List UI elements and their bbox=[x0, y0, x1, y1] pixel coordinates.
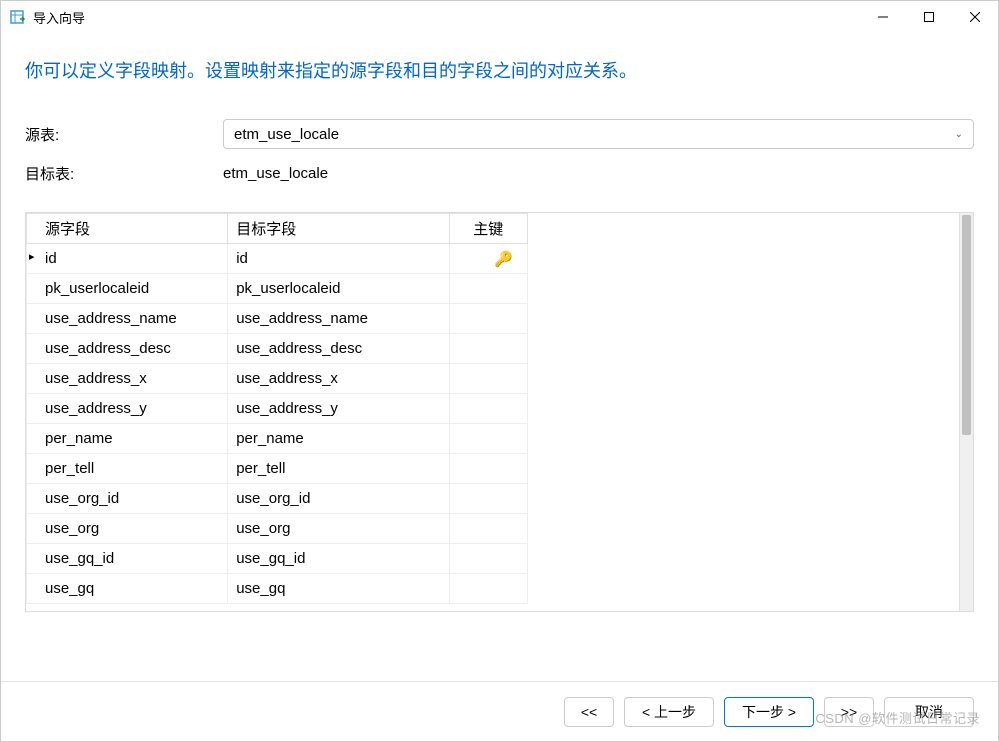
table-row[interactable]: pk_userlocaleidpk_userlocaleid bbox=[27, 274, 528, 304]
cell-primary-key[interactable] bbox=[449, 394, 527, 424]
table-row[interactable]: use_address_nameuse_address_name bbox=[27, 304, 528, 334]
chevron-down-icon: ⌄ bbox=[955, 129, 963, 140]
table-row[interactable]: use_address_yuse_address_y bbox=[27, 394, 528, 424]
table-area: 源字段 目标字段 主键 idid 🔑 pk_userlocaleidpk_userl… bbox=[26, 213, 959, 611]
content-area: 你可以定义字段映射。设置映射来指定的源字段和目的字段之间的对应关系。 源表: e… bbox=[1, 33, 998, 681]
table-row[interactable]: use_address_xuse_address_x bbox=[27, 364, 528, 394]
source-table-value: etm_use_locale bbox=[234, 126, 955, 143]
window-title: 导入向导 bbox=[33, 8, 860, 27]
table-row[interactable]: use_gq_iduse_gq_id bbox=[27, 544, 528, 574]
key-icon: 🔑 bbox=[494, 251, 513, 268]
cell-source-field[interactable]: use_gq bbox=[27, 574, 228, 604]
table-row[interactable]: idid 🔑 bbox=[27, 244, 528, 274]
cell-target-field[interactable]: per_tell bbox=[228, 454, 449, 484]
cell-primary-key[interactable] bbox=[449, 454, 527, 484]
cell-primary-key[interactable] bbox=[449, 364, 527, 394]
table-row[interactable]: per_tellper_tell bbox=[27, 454, 528, 484]
cell-source-field[interactable]: per_tell bbox=[27, 454, 228, 484]
target-table-label: 目标表: bbox=[25, 163, 223, 184]
table-row[interactable]: use_gquse_gq bbox=[27, 574, 528, 604]
cell-target-field[interactable]: use_org bbox=[228, 514, 449, 544]
source-table-label: 源表: bbox=[25, 124, 223, 145]
minimize-button[interactable] bbox=[860, 1, 906, 33]
source-table-row: 源表: etm_use_locale ⌄ bbox=[25, 119, 974, 149]
scroll-thumb[interactable] bbox=[962, 215, 971, 435]
cell-primary-key[interactable]: 🔑 bbox=[449, 244, 527, 274]
cell-target-field[interactable]: pk_userlocaleid bbox=[228, 274, 449, 304]
cell-source-field[interactable]: use_address_x bbox=[27, 364, 228, 394]
cell-source-field[interactable]: use_gq_id bbox=[27, 544, 228, 574]
table-row[interactable]: use_org_iduse_org_id bbox=[27, 484, 528, 514]
cell-source-field[interactable]: id bbox=[27, 244, 228, 274]
cell-primary-key[interactable] bbox=[449, 544, 527, 574]
prev-button[interactable]: < 上一步 bbox=[624, 697, 714, 727]
cell-target-field[interactable]: use_gq bbox=[228, 574, 449, 604]
table-header-row: 源字段 目标字段 主键 bbox=[27, 214, 528, 244]
target-table-row: 目标表: etm_use_locale bbox=[25, 163, 974, 184]
next-button[interactable]: 下一步 > bbox=[724, 697, 814, 727]
cell-source-field[interactable]: pk_userlocaleid bbox=[27, 274, 228, 304]
cell-target-field[interactable]: use_address_name bbox=[228, 304, 449, 334]
cell-target-field[interactable]: use_gq_id bbox=[228, 544, 449, 574]
cell-primary-key[interactable] bbox=[449, 274, 527, 304]
close-button[interactable] bbox=[952, 1, 998, 33]
cell-target-field[interactable]: use_address_desc bbox=[228, 334, 449, 364]
cell-primary-key[interactable] bbox=[449, 334, 527, 364]
cell-target-field[interactable]: use_address_x bbox=[228, 364, 449, 394]
cell-source-field[interactable]: use_org_id bbox=[27, 484, 228, 514]
field-mapping-table-wrapper: 源字段 目标字段 主键 idid 🔑 pk_userlocaleidpk_userl… bbox=[25, 212, 974, 612]
header-primary-key[interactable]: 主键 bbox=[449, 214, 527, 244]
window-controls bbox=[860, 1, 998, 33]
header-target-field[interactable]: 目标字段 bbox=[228, 214, 449, 244]
header-source-field[interactable]: 源字段 bbox=[27, 214, 228, 244]
cell-source-field[interactable]: use_address_name bbox=[27, 304, 228, 334]
first-button[interactable]: << bbox=[564, 697, 614, 727]
cell-primary-key[interactable] bbox=[449, 424, 527, 454]
cell-primary-key[interactable] bbox=[449, 304, 527, 334]
table-row[interactable]: per_nameper_name bbox=[27, 424, 528, 454]
table-row[interactable]: use_address_descuse_address_desc bbox=[27, 334, 528, 364]
cell-source-field[interactable]: per_name bbox=[27, 424, 228, 454]
cell-target-field[interactable]: per_name bbox=[228, 424, 449, 454]
cell-target-field[interactable]: id bbox=[228, 244, 449, 274]
cell-source-field[interactable]: use_address_y bbox=[27, 394, 228, 424]
cell-primary-key[interactable] bbox=[449, 514, 527, 544]
table-row[interactable]: use_orguse_org bbox=[27, 514, 528, 544]
cell-source-field[interactable]: use_org bbox=[27, 514, 228, 544]
cell-primary-key[interactable] bbox=[449, 484, 527, 514]
cell-target-field[interactable]: use_address_y bbox=[228, 394, 449, 424]
import-wizard-window: 导入向导 你可以定义字段映射。设置映射来指定的源字段和目的字段之间的对应关系。 … bbox=[0, 0, 999, 742]
maximize-button[interactable] bbox=[906, 1, 952, 33]
last-button[interactable]: >> bbox=[824, 697, 874, 727]
footer: << < 上一步 下一步 > >> 取消 bbox=[1, 681, 998, 741]
source-table-dropdown[interactable]: etm_use_locale ⌄ bbox=[223, 119, 974, 149]
field-mapping-table: 源字段 目标字段 主键 idid 🔑 pk_userlocaleidpk_userl… bbox=[26, 213, 528, 604]
titlebar: 导入向导 bbox=[1, 1, 998, 33]
cell-source-field[interactable]: use_address_desc bbox=[27, 334, 228, 364]
vertical-scrollbar[interactable] bbox=[959, 213, 973, 611]
page-heading: 你可以定义字段映射。设置映射来指定的源字段和目的字段之间的对应关系。 bbox=[25, 33, 974, 119]
cancel-button[interactable]: 取消 bbox=[884, 697, 974, 727]
app-icon bbox=[9, 8, 27, 26]
target-table-value: etm_use_locale bbox=[223, 165, 328, 182]
cell-target-field[interactable]: use_org_id bbox=[228, 484, 449, 514]
cell-primary-key[interactable] bbox=[449, 574, 527, 604]
